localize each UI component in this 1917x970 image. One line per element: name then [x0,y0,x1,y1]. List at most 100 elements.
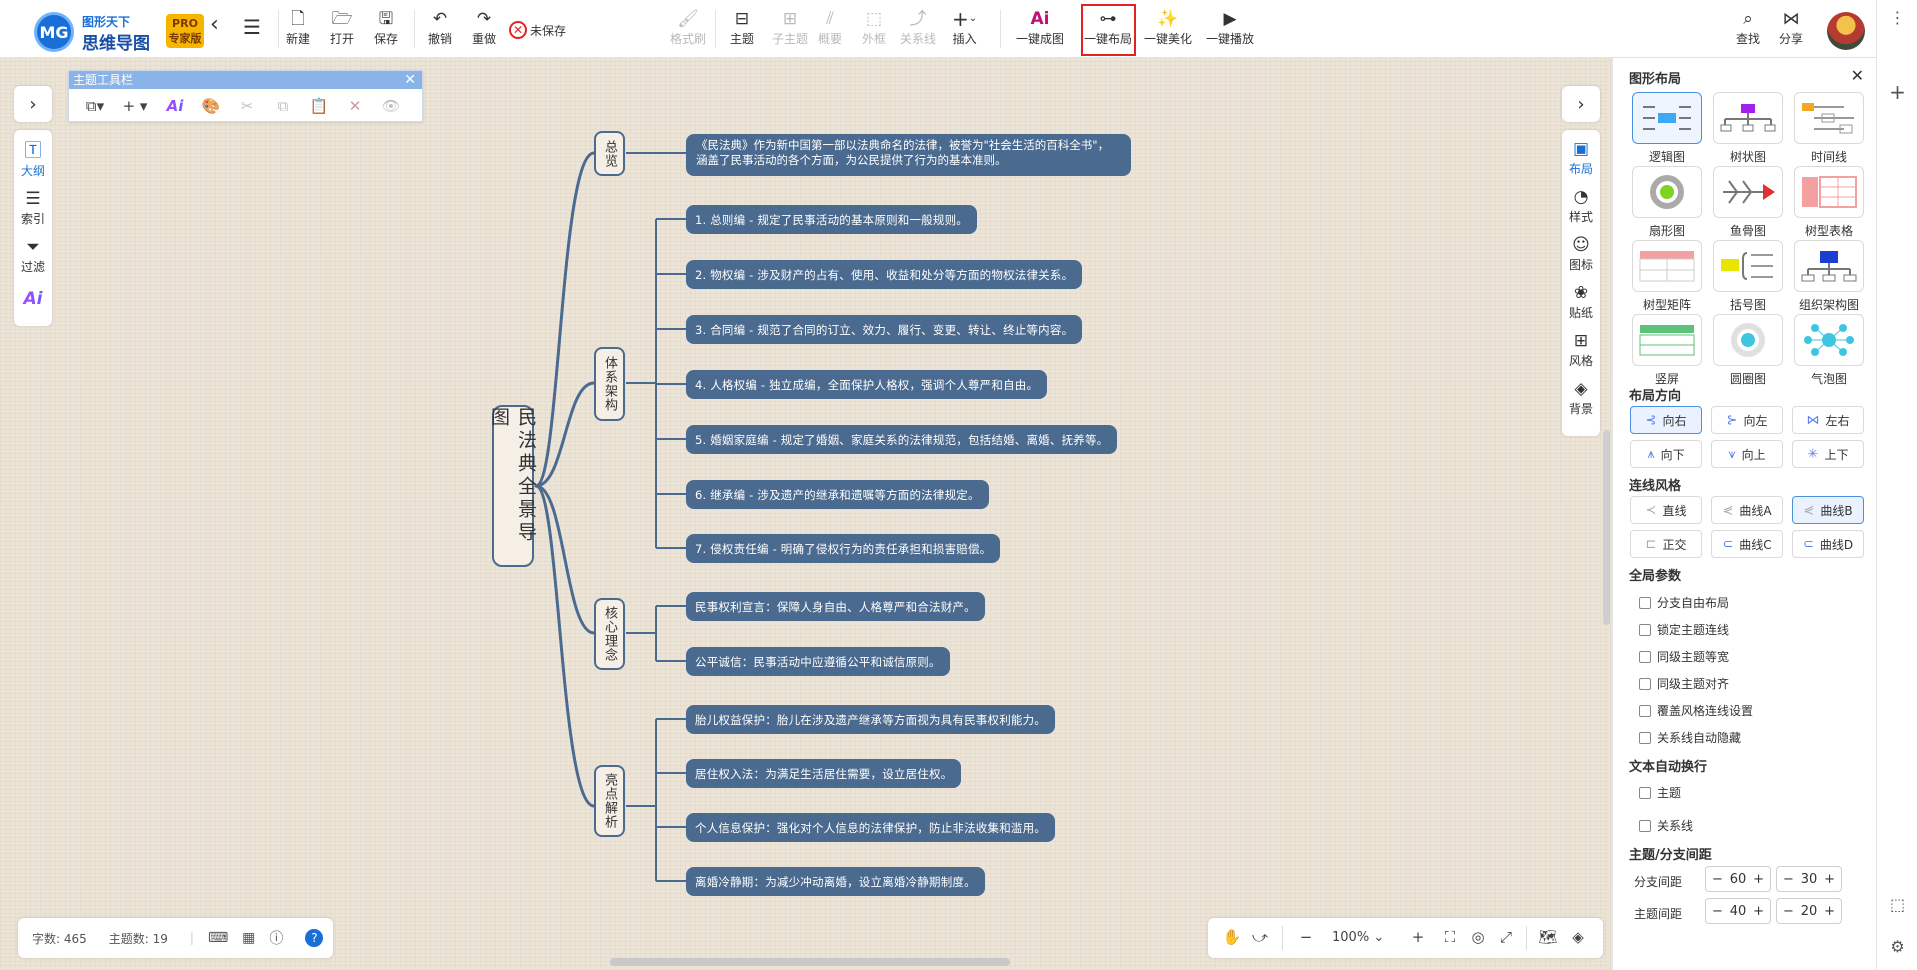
add-icon[interactable]: + [1877,80,1917,104]
param-align[interactable]: 同级主题对齐 [1639,675,1729,692]
ai-map-button[interactable]: Ai 一键成图 [1016,8,1064,52]
plus-icon[interactable]: + [1753,872,1764,887]
zoom-in-icon[interactable]: + [1406,928,1430,946]
copy-style-icon[interactable]: ⧉▾ [77,97,113,115]
layers-icon[interactable]: ◈ [1566,928,1590,946]
checkbox[interactable] [1639,596,1651,609]
grid-view-icon[interactable]: ▦ [242,930,255,946]
line-curve-b-button[interactable]: ⋞ 曲线B [1792,496,1864,524]
branch-spacing-v-stepper[interactable]: −30 + [1776,866,1842,892]
save-button[interactable]: 🖫 保存 [374,8,398,52]
layout-circle[interactable]: 圆圈图 [1713,314,1783,387]
panel-close-icon[interactable]: ✕ [1851,66,1864,85]
checkbox[interactable] [1639,704,1651,717]
left-expand-button[interactable]: › [14,86,52,122]
center-icon[interactable]: ◎ [1466,928,1490,946]
direction-up-button[interactable]: ⩛ 向上 [1711,440,1783,468]
layout-tab[interactable]: ▣ 布局 [1562,138,1600,177]
param-auto-hide[interactable]: 关系线自动隐藏 [1639,729,1741,746]
checkbox[interactable] [1639,623,1651,636]
layout-tree[interactable]: 树状图 [1713,92,1783,165]
drag-handle-icon[interactable]: ⋮ [1877,8,1917,27]
fit-screen-icon[interactable]: ⛶ [1438,928,1462,946]
settings-gear-icon[interactable]: ⚙ [1877,937,1917,956]
hand-tool-icon[interactable]: ✋ [1220,928,1244,946]
redo-button[interactable]: ↷ 重做 [472,8,496,52]
zoom-level-select[interactable]: 100% ⌄ [1332,930,1384,945]
paste-icon[interactable]: 📋 [301,97,337,115]
frame-button[interactable]: ⬚ 外框 [862,8,886,52]
checkbox[interactable] [1639,786,1651,799]
avatar[interactable] [1827,12,1865,50]
background-tab[interactable]: ◈ 背景 [1562,378,1600,417]
sticker-tab[interactable]: ❀ 贴纸 [1562,282,1600,321]
topic-core-1[interactable]: 民事权利宣言：保障人身自由、人格尊严和合法财产。 [686,592,985,621]
horizontal-scrollbar[interactable] [610,958,1010,966]
menu-icon[interactable]: ☰ [243,16,261,60]
ai-assist-icon[interactable]: Ai [157,97,193,115]
topic-highlight-2[interactable]: 居住权入法：为满足生活居住需要，设立居住权。 [686,759,962,788]
connect-tool-icon[interactable]: ⤻ [1248,928,1272,946]
minus-icon[interactable]: − [1712,872,1723,887]
topic-spacing-h-stepper[interactable]: −40 + [1705,898,1771,924]
style-grid-tab[interactable]: ⊞ 风格 [1562,330,1600,369]
minus-icon[interactable]: − [1712,904,1723,919]
line-straight-button[interactable]: ≺ 直线 [1630,496,1702,524]
relation-line-button[interactable]: ⤴ 关系线 [900,8,936,52]
index-tab[interactable]: ☰ 索引 [14,188,52,227]
param-lock-lines[interactable]: 锁定主题连线 [1639,621,1729,638]
format-brush-button[interactable]: 🖌 格式刷 [670,8,706,52]
branch-overview[interactable]: 总览 [594,131,625,176]
zoom-out-icon[interactable]: − [1294,928,1318,946]
layout-bubble[interactable]: 气泡图 [1794,314,1864,387]
branch-core-ideas[interactable]: 核心理念 [594,598,625,670]
branch-spacing-h-stepper[interactable]: −60 + [1705,866,1771,892]
beautify-button[interactable]: ✨ 一键美化 [1144,8,1192,52]
back-icon[interactable]: ‹ [210,14,219,58]
open-button[interactable]: 🗁 打开 [330,8,354,52]
layout-fishbone[interactable]: 鱼骨图 [1713,166,1783,239]
undo-button[interactable]: ↶ 撤销 [428,8,452,52]
line-curve-c-button[interactable]: ⊂ 曲线C [1711,530,1783,558]
layout-timeline[interactable]: 时间线 [1794,92,1864,165]
play-button[interactable]: ▶ 一键播放 [1206,8,1254,52]
wrap-topic[interactable]: 主题 [1639,784,1681,801]
param-free-layout[interactable]: 分支自由布局 [1639,594,1729,611]
topic-highlight-4[interactable]: 离婚冷静期：为减少冲动离婚，设立离婚冷静期制度。 [686,867,985,896]
delete-icon[interactable]: ✕ [337,97,373,115]
layout-fan[interactable]: 扇形图 [1632,166,1702,239]
add-dropdown-icon[interactable]: + ▾ [113,97,157,115]
plus-icon[interactable]: + [1824,872,1835,887]
topic-toolbar-header[interactable]: 主题工具栏 ✕ [69,71,422,89]
wrap-relation[interactable]: 关系线 [1639,817,1693,834]
plus-icon[interactable]: + [1753,904,1764,919]
topic-structure-1[interactable]: 1. 总则编 - 规定了民事活动的基本原则和一般规则。 [686,205,977,234]
topic-structure-4[interactable]: 4. 人格权编 - 独立成编，全面保护人格权，强调个人尊严和自由。 [686,370,1048,399]
checkbox[interactable] [1639,677,1651,690]
new-button[interactable]: 🗋 新建 [286,8,310,52]
direction-right-button[interactable]: ⊰ 向右 [1630,406,1702,434]
topic-structure-2[interactable]: 2. 物权编 - 涉及财产的占有、使用、收益和处分等方面的物权法律关系。 [686,260,1083,289]
ai-tab[interactable]: Ai [14,288,52,310]
direction-updown-button[interactable]: ✳ 上下 [1792,440,1864,468]
direction-both-button[interactable]: ⋈ 左右 [1792,406,1864,434]
copy-icon[interactable]: ⧉ [265,97,301,115]
style-tab[interactable]: ◔ 样式 [1562,186,1600,225]
topic-button[interactable]: ⊟ 主题 [730,8,754,52]
minus-icon[interactable]: − [1783,904,1794,919]
layout-tree-matrix[interactable]: 树型矩阵 [1632,240,1702,313]
layout-tree-table[interactable]: 树型表格 [1794,166,1864,239]
root-topic[interactable]: 民法典全景导图 [488,405,537,567]
insert-button[interactable]: + ⌄ 插入 [952,8,977,52]
topic-spacing-v-stepper[interactable]: −20 + [1776,898,1842,924]
topic-overview-text[interactable]: 《民法典》作为新中国第一部以法典命名的法律，被誉为"社会生活的百科全书"， 涵盖… [686,134,1131,176]
subtopic-button[interactable]: ⊞ 子主题 [772,8,808,52]
line-curve-d-button[interactable]: ⊂ 曲线D [1792,530,1864,558]
direction-down-button[interactable]: ⩚ 向下 [1630,440,1702,468]
help-icon[interactable]: ? [305,929,324,947]
vertical-scrollbar[interactable] [1603,430,1610,625]
layout-org-chart[interactable]: 组织架构图 [1794,240,1864,313]
topic-highlight-3[interactable]: 个人信息保护：强化对个人信息的法律保护，防止非法收集和滥用。 [686,813,1055,842]
minus-icon[interactable]: − [1783,872,1794,887]
branch-structure[interactable]: 体系架构 [594,347,625,421]
